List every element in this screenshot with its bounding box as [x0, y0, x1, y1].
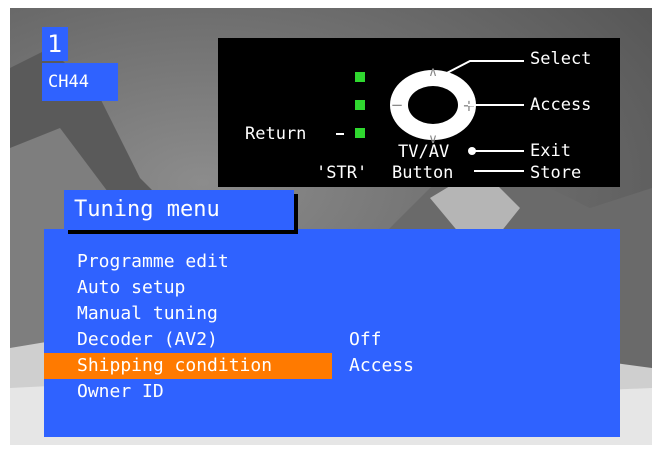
shipping-condition-value: Access — [349, 355, 415, 376]
label-exit: Exit — [530, 141, 571, 161]
label-store: Store — [530, 163, 582, 183]
label-select: Select — [530, 49, 592, 69]
menu-item-manual-tuning[interactable]: Manual tuning — [77, 301, 218, 327]
label-return: Return — [245, 124, 307, 144]
menu-item-shipping-condition[interactable]: Shipping condition — [77, 353, 272, 379]
channel-name: CH44 — [42, 63, 118, 101]
menu-item-programme-edit[interactable]: Programme edit — [77, 249, 229, 275]
menu-title: Tuning menu — [64, 190, 294, 230]
remote-help-panel: ∧ ∨ − + Select Access Return TV/AV Exit … — [218, 38, 620, 187]
menu-item-owner-id[interactable]: Owner ID — [77, 379, 164, 405]
label-access: Access — [530, 95, 592, 115]
label-button: Button — [392, 163, 454, 183]
channel-number: 1 — [42, 27, 68, 61]
label-str: 'STR' — [316, 163, 368, 183]
decoder-value: Off — [349, 329, 382, 350]
menu-item-auto-setup[interactable]: Auto setup — [77, 275, 185, 301]
label-tvav: TV/AV — [398, 142, 450, 162]
menu-item-decoder[interactable]: Decoder (AV2) — [77, 327, 218, 353]
